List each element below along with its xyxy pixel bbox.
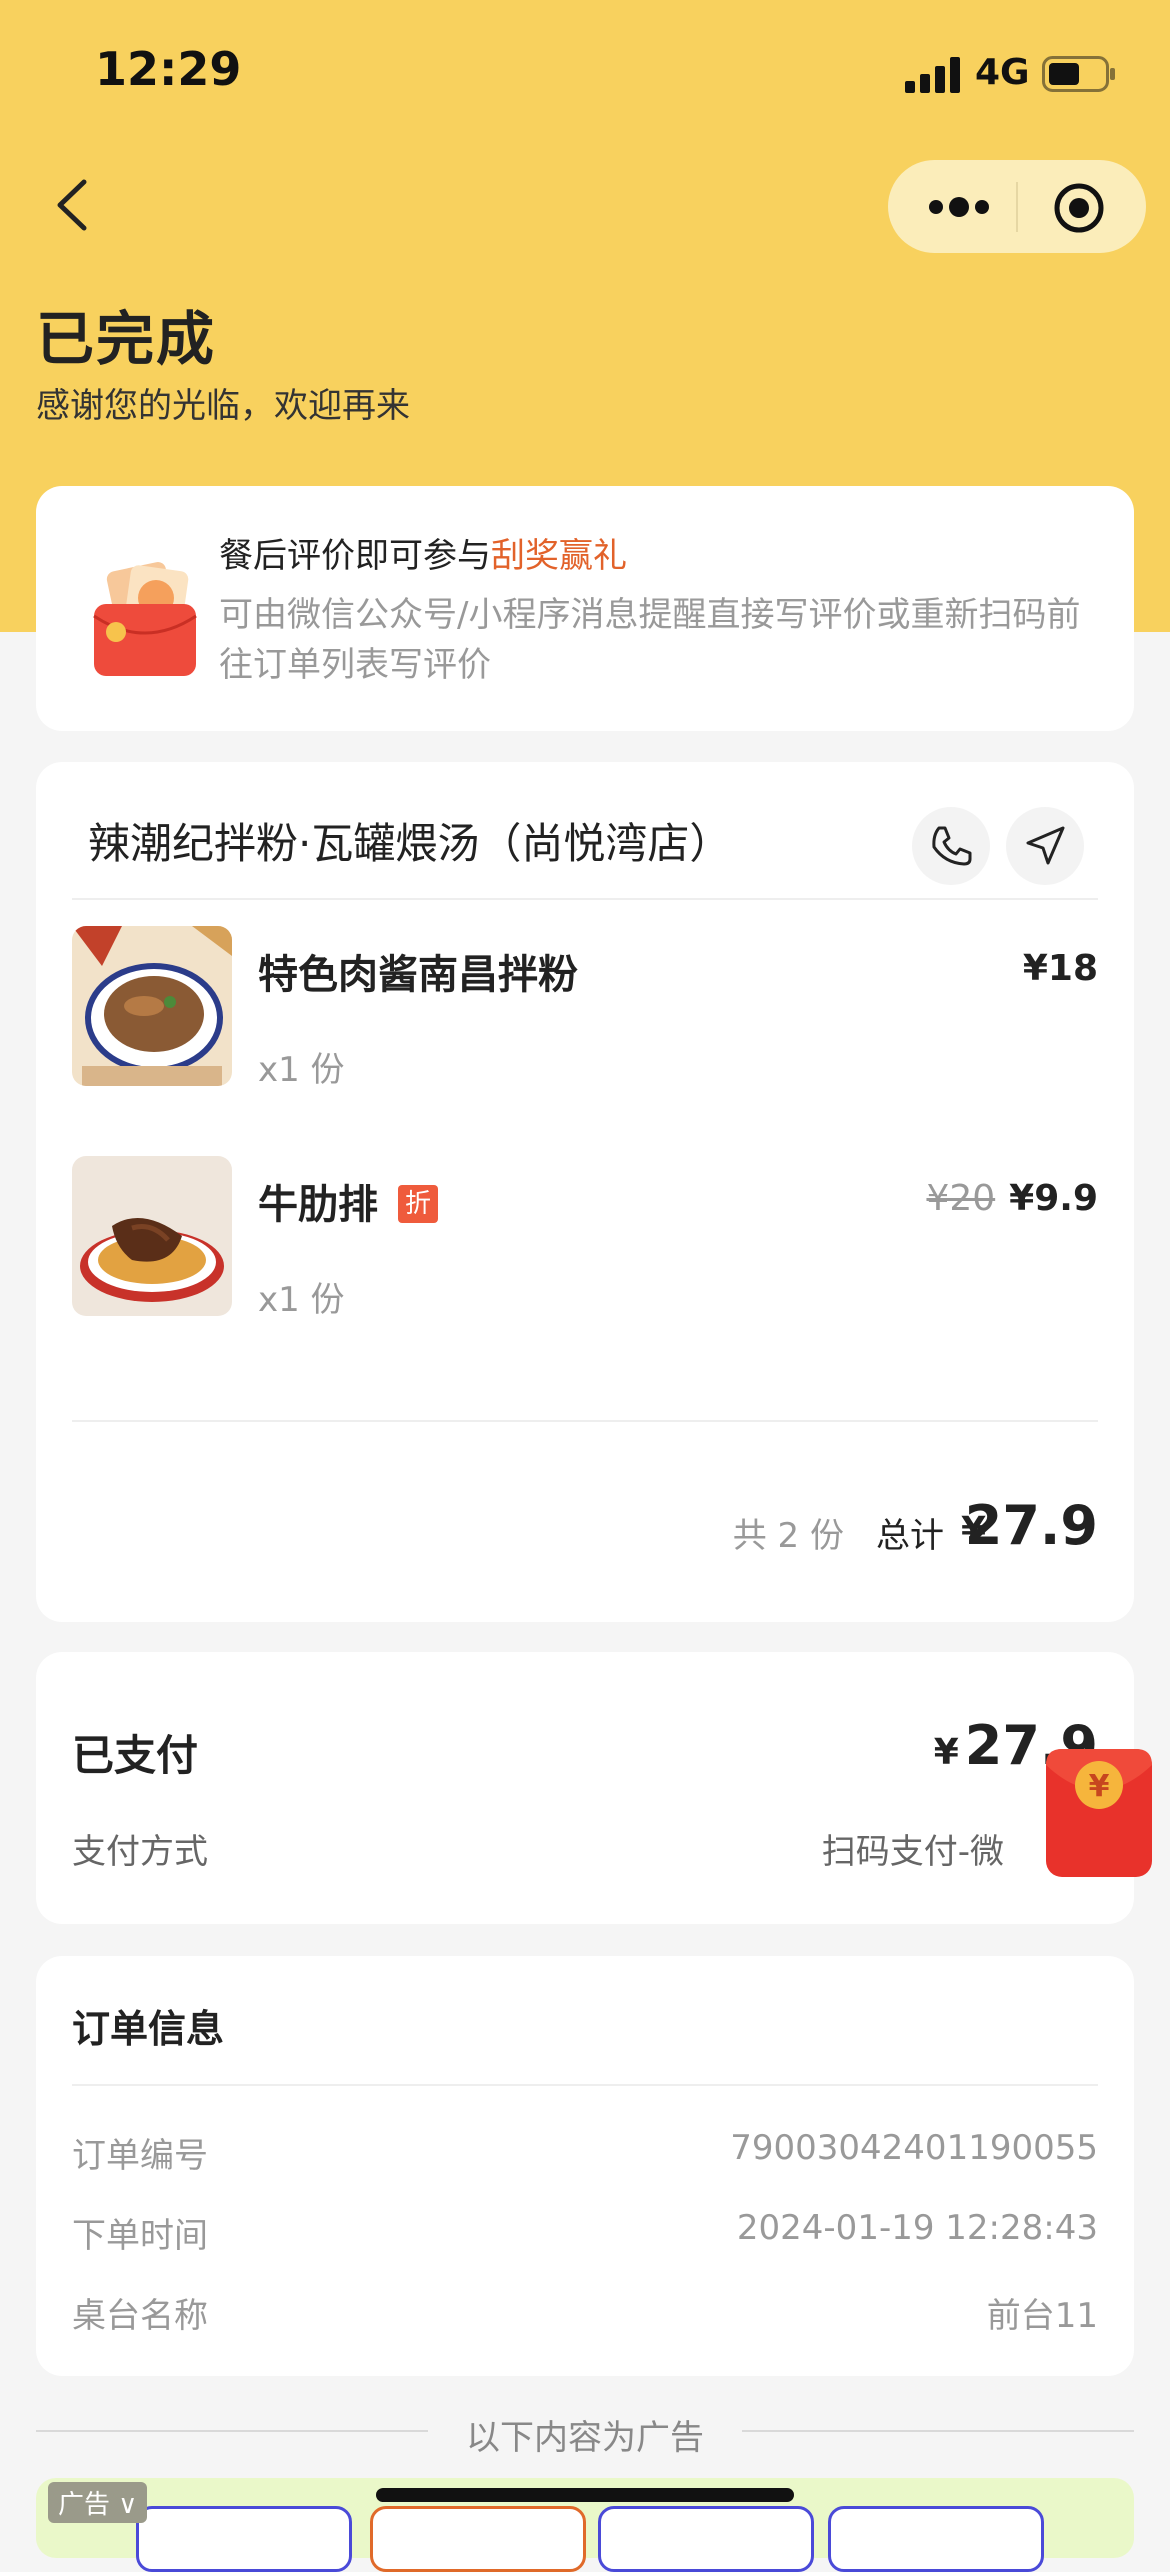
dish-name: 牛肋排折 (258, 1172, 438, 1230)
promo-title-prefix: 餐后评价即可参与 (219, 536, 491, 576)
paid-label: 已支付 (72, 1731, 199, 1780)
promo-title-highlight: 刮奖赢礼 (491, 536, 627, 576)
dish-discount-price: ¥9.9 (1009, 1178, 1098, 1219)
total-label: 总计 (876, 1516, 944, 1556)
more-dots-icon (929, 197, 989, 217)
capsule-divider (1016, 182, 1018, 232)
pay-method-label: 支付方式 (72, 1832, 208, 1872)
close-button[interactable] (1053, 182, 1105, 234)
navigate-icon (1026, 826, 1065, 865)
order-number-value[interactable]: 79003042401190055 (730, 2128, 1098, 2168)
order-info-title: 订单信息 (72, 2007, 225, 2051)
ad-divider-text: 以下内容为广告 (466, 2418, 704, 2458)
order-status-subtitle: 感谢您的光临，欢迎再来 (36, 386, 410, 426)
order-status-title: 已完成 (36, 305, 217, 373)
target-close-icon (1054, 183, 1104, 233)
table-name-label: 桌台名称 (72, 2296, 208, 2336)
ad-item[interactable] (136, 2506, 352, 2572)
signal-icon (905, 57, 960, 93)
home-indicator (376, 2488, 794, 2502)
phone-icon (932, 826, 972, 866)
dish-quantity: x1 份 (258, 1050, 345, 1090)
dish-price: ¥20 ¥9.9 (926, 1178, 1098, 1219)
dish-quantity: x1 份 (258, 1280, 345, 1320)
order-items-card: 辣潮纪拌粉·瓦罐煨汤（尚悦湾店） 特色肉酱南昌拌粉 ¥18 x1 份 牛肋排 折… (36, 762, 1134, 1622)
dish-image[interactable] (72, 926, 232, 1086)
payment-card: 已支付 ¥27.9 支付方式 扫码支付-微 (36, 1652, 1134, 1924)
status-bar: 12:29 4G (0, 0, 1170, 150)
shop-divider (72, 898, 1098, 900)
items-divider (72, 1420, 1098, 1422)
order-time-label: 下单时间 (72, 2216, 208, 2256)
ad-item[interactable] (828, 2506, 1044, 2572)
battery-icon (1042, 56, 1115, 92)
order-info-card: 订单信息 订单编号 79003042401190055 下单时间 2024-01… (36, 1956, 1134, 2376)
ad-item[interactable] (370, 2506, 586, 2572)
call-shop-button[interactable] (912, 807, 990, 885)
order-number-label: 订单编号 (72, 2136, 208, 2176)
dish-name-text: 牛肋排 (258, 1182, 378, 1228)
chevron-left-icon (57, 179, 87, 231)
discount-tag: 折 (398, 1185, 438, 1223)
coupon-envelope-icon (93, 562, 197, 676)
back-button[interactable] (40, 170, 110, 240)
dish-name: 特色肉酱南昌拌粉 (258, 952, 578, 998)
paid-currency: ¥ (933, 1732, 959, 1773)
item-count: 共 2 份 (732, 1516, 844, 1556)
svg-text:¥: ¥ (1089, 1769, 1110, 1804)
red-packet-icon[interactable]: ¥ (1044, 1745, 1154, 1880)
more-button[interactable] (924, 183, 994, 231)
mini-program-capsule (888, 160, 1146, 253)
order-info-divider (72, 2084, 1098, 2086)
review-promo-card[interactable]: 餐后评价即可参与刮奖赢礼 可由微信公众号/小程序消息提醒直接写评价或重新扫码前往… (36, 486, 1134, 731)
ad-badge[interactable]: 广告 ∨ (48, 2482, 148, 2523)
navigate-shop-button[interactable] (1006, 807, 1084, 885)
network-type: 4G (975, 52, 1030, 93)
total-amount: 27.9 (964, 1494, 1098, 1557)
dish-original-price: ¥20 (926, 1178, 996, 1219)
dish-image[interactable] (72, 1156, 232, 1316)
promo-title: 餐后评价即可参与刮奖赢礼 (219, 528, 627, 577)
shop-name[interactable]: 辣潮纪拌粉·瓦罐煨汤（尚悦湾店） (88, 810, 731, 871)
table-name-value: 前台11 (986, 2296, 1098, 2336)
dish-price: ¥18 (1022, 948, 1098, 989)
status-time: 12:29 (95, 42, 242, 96)
pay-method-value: 扫码支付-微 (821, 1832, 1004, 1872)
ad-item[interactable] (598, 2506, 814, 2572)
promo-description: 可由微信公众号/小程序消息提醒直接写评价或重新扫码前往订单列表写评价 (219, 595, 1081, 685)
order-time-value: 2024-01-19 12:28:43 (736, 2208, 1098, 2248)
